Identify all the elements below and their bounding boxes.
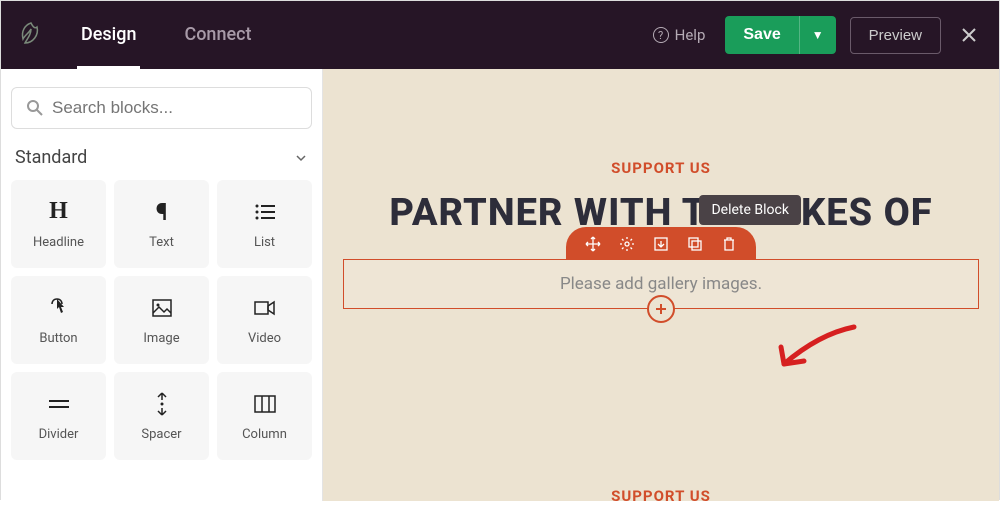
add-block-button[interactable] [647, 295, 675, 323]
move-icon[interactable] [584, 235, 602, 253]
block-list[interactable]: List [217, 180, 312, 268]
chevron-down-icon [294, 151, 308, 165]
block-label: Text [149, 235, 174, 250]
search-input[interactable] [52, 98, 297, 118]
block-video[interactable]: Video [217, 276, 312, 364]
preview-button[interactable]: Preview [850, 17, 941, 54]
tab-connect[interactable]: Connect [180, 2, 255, 69]
divider-icon [48, 391, 70, 417]
duplicate-icon[interactable] [686, 235, 704, 253]
block-label: Image [143, 331, 179, 346]
video-icon [254, 295, 276, 321]
settings-icon[interactable] [618, 235, 636, 253]
block-column[interactable]: Column [217, 372, 312, 460]
eyebrow-text-2: SUPPORT US [611, 487, 711, 505]
block-divider[interactable]: Divider [11, 372, 106, 460]
spacer-icon [155, 391, 169, 417]
button-icon [49, 295, 69, 321]
help-link[interactable]: ? Help [653, 26, 706, 44]
block-label: Spacer [141, 427, 181, 442]
eyebrow-text: SUPPORT US [611, 159, 711, 177]
logo-icon [15, 19, 47, 51]
list-icon [255, 199, 275, 225]
save-button[interactable]: Save [725, 16, 798, 54]
annotation-arrow-icon [769, 319, 859, 379]
block-button[interactable]: Button [11, 276, 106, 364]
close-icon [959, 25, 979, 45]
section-header[interactable]: Standard [11, 147, 312, 180]
sidebar: Standard H Headline ¶ Text List Button [1, 69, 323, 501]
main-tabs: Design Connect [77, 2, 256, 69]
delete-icon[interactable] [720, 235, 738, 253]
plus-icon [654, 302, 668, 316]
save-dropdown-button[interactable]: ▼ [799, 16, 836, 54]
block-label: Headline [33, 235, 84, 250]
tab-design[interactable]: Design [77, 2, 140, 69]
image-icon [152, 295, 172, 321]
close-button[interactable] [959, 25, 979, 45]
block-text[interactable]: ¶ Text [114, 180, 209, 268]
help-icon: ? [653, 27, 669, 43]
block-image[interactable]: Image [114, 276, 209, 364]
block-toolbar [566, 227, 756, 259]
block-label: Button [39, 331, 77, 346]
text-icon: ¶ [156, 199, 168, 225]
topbar: Design Connect ? Help Save ▼ Preview [1, 1, 999, 69]
block-grid: H Headline ¶ Text List Button Image Vi [11, 180, 312, 460]
canvas[interactable]: SUPPORT US PARTNER WITH THE LIKES OF Del… [323, 69, 999, 501]
save-group: Save ▼ [725, 16, 835, 54]
block-label: Column [242, 427, 287, 442]
help-label: Help [675, 26, 706, 44]
headline-icon: H [49, 199, 68, 225]
search-box[interactable] [11, 87, 312, 129]
delete-tooltip: Delete Block [699, 195, 800, 225]
block-label: List [254, 235, 275, 250]
section-title: Standard [15, 147, 87, 168]
block-label: Video [248, 331, 281, 346]
column-icon [254, 391, 276, 417]
selected-block[interactable]: Delete Block Please add gallery images. [343, 259, 979, 309]
block-spacer[interactable]: Spacer [114, 372, 209, 460]
save-block-icon[interactable] [652, 235, 670, 253]
block-headline[interactable]: H Headline [11, 180, 106, 268]
block-label: Divider [39, 427, 79, 442]
search-icon [26, 99, 44, 117]
